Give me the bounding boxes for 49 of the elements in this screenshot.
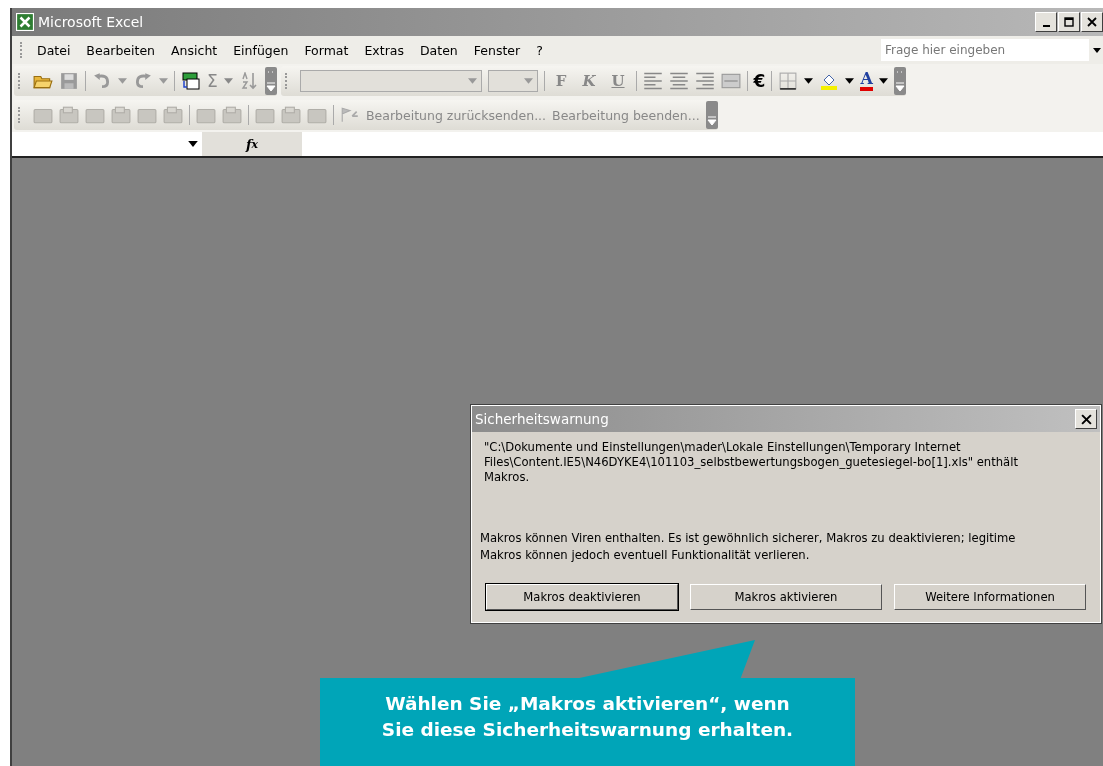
caret-icon	[467, 78, 477, 84]
callout-text: Wählen Sie „Makros aktivieren“, wenn Sie diese Sicherheitswarnung erhalten.	[380, 692, 795, 742]
menu-item[interactable]: Datei	[29, 42, 79, 58]
merge-cells-icon[interactable]	[720, 72, 741, 90]
menu-item[interactable]: Fenster	[465, 42, 529, 58]
warning-text: Makros können Viren enthalten. Es ist gewöhnlich sicherer, Makros zu deaktivieren; legitime Makros können jedoch eventuell Funktionalität verlieren.	[480, 530, 1017, 564]
font-color-button[interactable]: A	[860, 71, 873, 91]
align-right-icon[interactable]	[694, 72, 715, 90]
close-button[interactable]	[1075, 409, 1097, 429]
toolbar-options-icon[interactable]	[264, 67, 277, 95]
minimize-icon	[1042, 25, 1050, 27]
redo-icon[interactable]	[133, 72, 153, 90]
maximize-button[interactable]	[1058, 12, 1080, 32]
caret-icon[interactable]	[1093, 47, 1101, 53]
font-size-dropdown[interactable]	[487, 70, 538, 92]
menu-item[interactable]: Daten	[411, 42, 466, 58]
currency-conversion-icon[interactable]	[181, 72, 201, 90]
font-name-dropdown[interactable]	[299, 70, 482, 92]
help-search-field[interactable]: Frage hier eingeben	[881, 39, 1089, 61]
close-button[interactable]	[1081, 12, 1103, 32]
maximize-icon	[1064, 17, 1074, 27]
close-icon	[1087, 17, 1097, 27]
dialog-button[interactable]: Makros aktivieren	[690, 584, 882, 610]
menu-item[interactable]: Ansicht	[163, 42, 226, 58]
menu-item[interactable]: ?	[528, 42, 551, 58]
dialog-title: Sicherheitswarnung	[475, 411, 609, 427]
menu-item[interactable]: Einfügen	[225, 42, 297, 58]
caret-icon[interactable]	[804, 78, 814, 84]
window-title: Microsoft Excel	[38, 14, 145, 30]
menu-item[interactable]: Extras	[356, 42, 412, 58]
currency-button[interactable]: €	[753, 71, 766, 91]
dialog-button[interactable]: Makros deaktivieren	[486, 584, 678, 610]
borders-icon[interactable]	[778, 72, 799, 90]
align-left-icon[interactable]	[642, 72, 663, 90]
toolbar-options-icon[interactable]	[893, 67, 906, 95]
menu-item[interactable]: Format	[296, 42, 357, 58]
caret-icon[interactable]	[878, 78, 888, 84]
flag-icon[interactable]	[340, 106, 360, 124]
menu-item[interactable]: Bearbeiten	[78, 42, 164, 58]
dialog-message: "C:\Dokumente und Einstellungen\mader\Lokale Einstellungen\Temporary Internet Files\Content.IE5\N46DYKE4\101103_selbstbewertungsbogen_guetesiegel-bo[1].xls" enthält Makros.	[484, 440, 1019, 486]
close-icon	[1080, 413, 1092, 425]
caret-icon	[523, 78, 533, 84]
minimize-button[interactable]	[1035, 12, 1057, 32]
dialog-button[interactable]: Weitere Informationen	[894, 584, 1086, 610]
spreadsheet-icon	[16, 13, 34, 31]
toolbar-options-icon[interactable]	[705, 101, 718, 129]
fill-color-icon[interactable]	[819, 72, 840, 90]
caret-icon[interactable]	[845, 78, 855, 84]
align-center-icon[interactable]	[668, 72, 689, 90]
